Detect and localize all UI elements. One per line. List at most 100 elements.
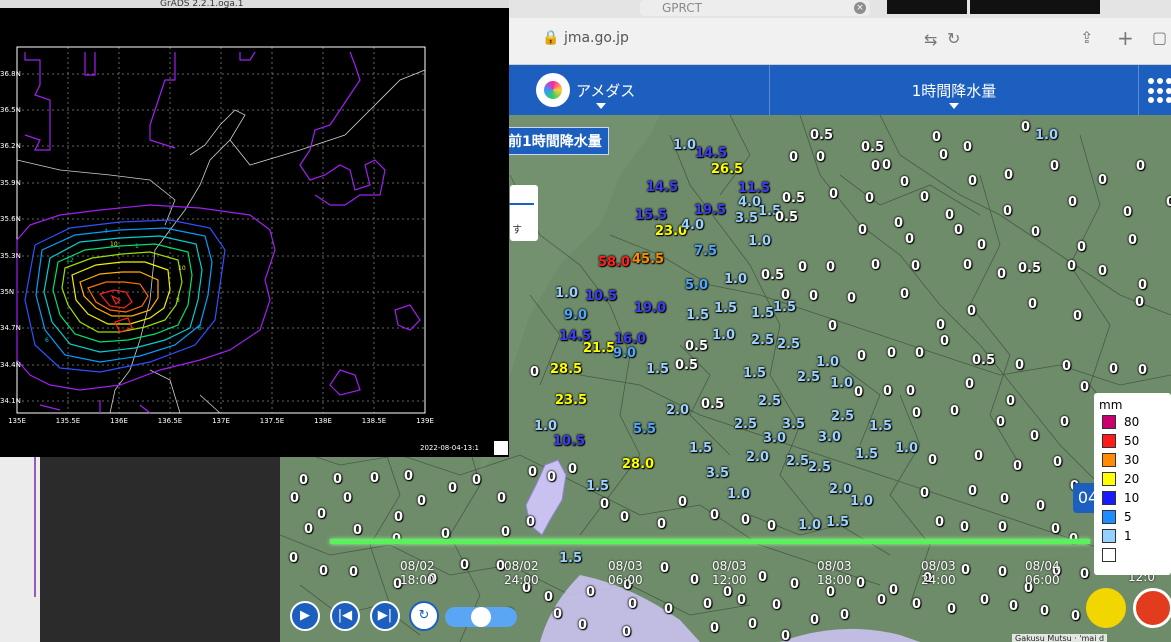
station-value[interactable]: 0 bbox=[1021, 120, 1030, 135]
step-forward-button[interactable]: ▶| bbox=[370, 601, 400, 631]
station-value[interactable]: 3.0 bbox=[818, 430, 841, 445]
station-value[interactable]: 0 bbox=[911, 259, 920, 274]
station-value[interactable]: 0 bbox=[900, 287, 909, 302]
station-value[interactable]: 0.5 bbox=[701, 397, 724, 412]
station-value[interactable]: 0 bbox=[622, 625, 631, 640]
station-value[interactable]: 0 bbox=[1003, 204, 1012, 219]
station-value[interactable]: 0 bbox=[448, 481, 457, 496]
station-value[interactable]: 0 bbox=[417, 494, 426, 509]
station-value[interactable]: 0 bbox=[945, 208, 954, 223]
play-button[interactable]: ▶ bbox=[290, 601, 320, 631]
station-value[interactable]: 1.0 bbox=[816, 355, 839, 370]
station-value[interactable]: 0 bbox=[854, 385, 863, 400]
station-value[interactable]: 10.5 bbox=[553, 434, 585, 449]
station-value[interactable]: 0 bbox=[816, 150, 825, 165]
station-value[interactable]: 0 bbox=[1004, 168, 1013, 183]
timeline-tick[interactable]: 08/03 18:00 bbox=[817, 559, 852, 587]
station-value[interactable]: 0 bbox=[1013, 459, 1022, 474]
station-value[interactable]: 0 bbox=[299, 473, 308, 488]
station-value[interactable]: 0 bbox=[967, 304, 976, 319]
station-value[interactable]: 14.5 bbox=[646, 180, 678, 195]
station-value[interactable]: 0 bbox=[497, 491, 506, 506]
station-value[interactable]: 0 bbox=[1123, 205, 1132, 220]
help-icon[interactable] bbox=[1086, 588, 1126, 628]
station-value[interactable]: 0 bbox=[568, 462, 577, 477]
station-value[interactable]: 0 bbox=[856, 576, 865, 591]
station-value[interactable]: 0 bbox=[790, 577, 799, 592]
opacity-slider[interactable] bbox=[445, 607, 517, 627]
station-value[interactable]: 0 bbox=[1068, 195, 1077, 210]
station-value[interactable]: 0 bbox=[690, 573, 699, 588]
station-value[interactable]: 0 bbox=[1031, 225, 1040, 240]
station-value[interactable]: 0 bbox=[317, 507, 326, 522]
timeline-tick[interactable]: 08/03 06:00 bbox=[608, 559, 643, 587]
station-value[interactable]: 7.5 bbox=[694, 244, 717, 259]
station-value[interactable]: 1.5 bbox=[743, 366, 766, 381]
timeline-tick[interactable]: 08/02 24:00 bbox=[504, 559, 539, 587]
station-value[interactable]: 0 bbox=[810, 613, 819, 628]
station-value[interactable]: 1.0 bbox=[850, 494, 873, 509]
station-value[interactable]: 0 bbox=[530, 365, 539, 380]
station-value[interactable]: 0 bbox=[997, 267, 1006, 282]
station-value[interactable]: 0 bbox=[882, 158, 891, 173]
station-value[interactable]: 0 bbox=[932, 130, 941, 145]
station-value[interactable]: 0 bbox=[710, 621, 719, 636]
station-value[interactable]: 0 bbox=[781, 288, 790, 303]
station-value[interactable]: 0 bbox=[1040, 604, 1049, 619]
station-value[interactable]: 0 bbox=[1028, 297, 1037, 312]
station-value[interactable]: 16.0 bbox=[614, 332, 646, 347]
station-value[interactable]: 0 bbox=[723, 585, 732, 600]
station-value[interactable]: 0 bbox=[528, 465, 537, 480]
station-value[interactable]: 0 bbox=[501, 525, 510, 540]
station-value[interactable]: 0 bbox=[1128, 233, 1137, 248]
station-value[interactable]: 26.5 bbox=[711, 162, 743, 177]
station-value[interactable]: 0 bbox=[935, 515, 944, 530]
station-value[interactable]: 0 bbox=[741, 513, 750, 528]
station-value[interactable]: 0 bbox=[968, 484, 977, 499]
station-value[interactable]: 0 bbox=[954, 223, 963, 238]
station-value[interactable]: 2.5 bbox=[751, 333, 774, 348]
station-value[interactable]: 0 bbox=[319, 564, 328, 579]
slider-knob[interactable] bbox=[471, 607, 491, 627]
station-value[interactable]: 2.5 bbox=[797, 370, 820, 385]
station-value[interactable]: 0 bbox=[883, 384, 892, 399]
station-value[interactable]: 0 bbox=[370, 471, 379, 486]
station-value[interactable]: 0 bbox=[748, 617, 757, 632]
station-value[interactable]: 1.0 bbox=[748, 234, 771, 249]
station-value[interactable]: 0 bbox=[977, 238, 986, 253]
station-value[interactable]: 0 bbox=[1138, 363, 1147, 378]
info-popup[interactable]: す bbox=[504, 185, 538, 241]
station-value[interactable]: 0 bbox=[950, 404, 959, 419]
station-value[interactable]: 1.0 bbox=[895, 441, 918, 456]
share-icon[interactable]: ⇪ bbox=[1080, 28, 1093, 47]
station-value[interactable]: 0 bbox=[961, 563, 970, 578]
station-value[interactable]: 2.5 bbox=[808, 460, 831, 475]
station-value[interactable]: 2.0 bbox=[666, 403, 689, 418]
station-value[interactable]: 1.0 bbox=[712, 328, 735, 343]
station-value[interactable]: 0 bbox=[1080, 380, 1089, 395]
station-value[interactable]: 0 bbox=[1077, 240, 1086, 255]
station-value[interactable]: 0 bbox=[767, 519, 776, 534]
station-value[interactable]: 0 bbox=[1062, 359, 1071, 374]
station-value[interactable]: 3.5 bbox=[706, 466, 729, 481]
station-value[interactable]: 28.0 bbox=[622, 457, 654, 472]
station-value[interactable]: 0 bbox=[664, 602, 673, 617]
grads-window[interactable]: GrADS 2.2.1.oga.1 12 10 10 8 6 6 4 1 36.… bbox=[0, 0, 509, 457]
station-value[interactable]: 0 bbox=[1080, 567, 1089, 582]
station-value[interactable]: 0 bbox=[290, 491, 299, 506]
station-value[interactable]: 0 bbox=[840, 608, 849, 623]
station-value[interactable]: 11.5 bbox=[738, 181, 770, 196]
station-value[interactable]: 0 bbox=[343, 491, 352, 506]
station-value[interactable]: 0 bbox=[1071, 609, 1080, 624]
station-value[interactable]: 0 bbox=[912, 406, 921, 421]
station-value[interactable]: 0 bbox=[547, 470, 556, 485]
station-value[interactable]: 0 bbox=[920, 486, 929, 501]
station-value[interactable]: 0 bbox=[620, 510, 629, 525]
station-value[interactable]: 0 bbox=[1000, 492, 1009, 507]
station-value[interactable]: 0 bbox=[974, 449, 983, 464]
station-value[interactable]: 0 bbox=[394, 510, 403, 525]
station-value[interactable]: 0 bbox=[1098, 173, 1107, 188]
station-value[interactable]: 0.5 bbox=[675, 358, 698, 373]
station-value[interactable]: 1.5 bbox=[586, 479, 609, 494]
station-value[interactable]: 1.5 bbox=[686, 308, 709, 323]
